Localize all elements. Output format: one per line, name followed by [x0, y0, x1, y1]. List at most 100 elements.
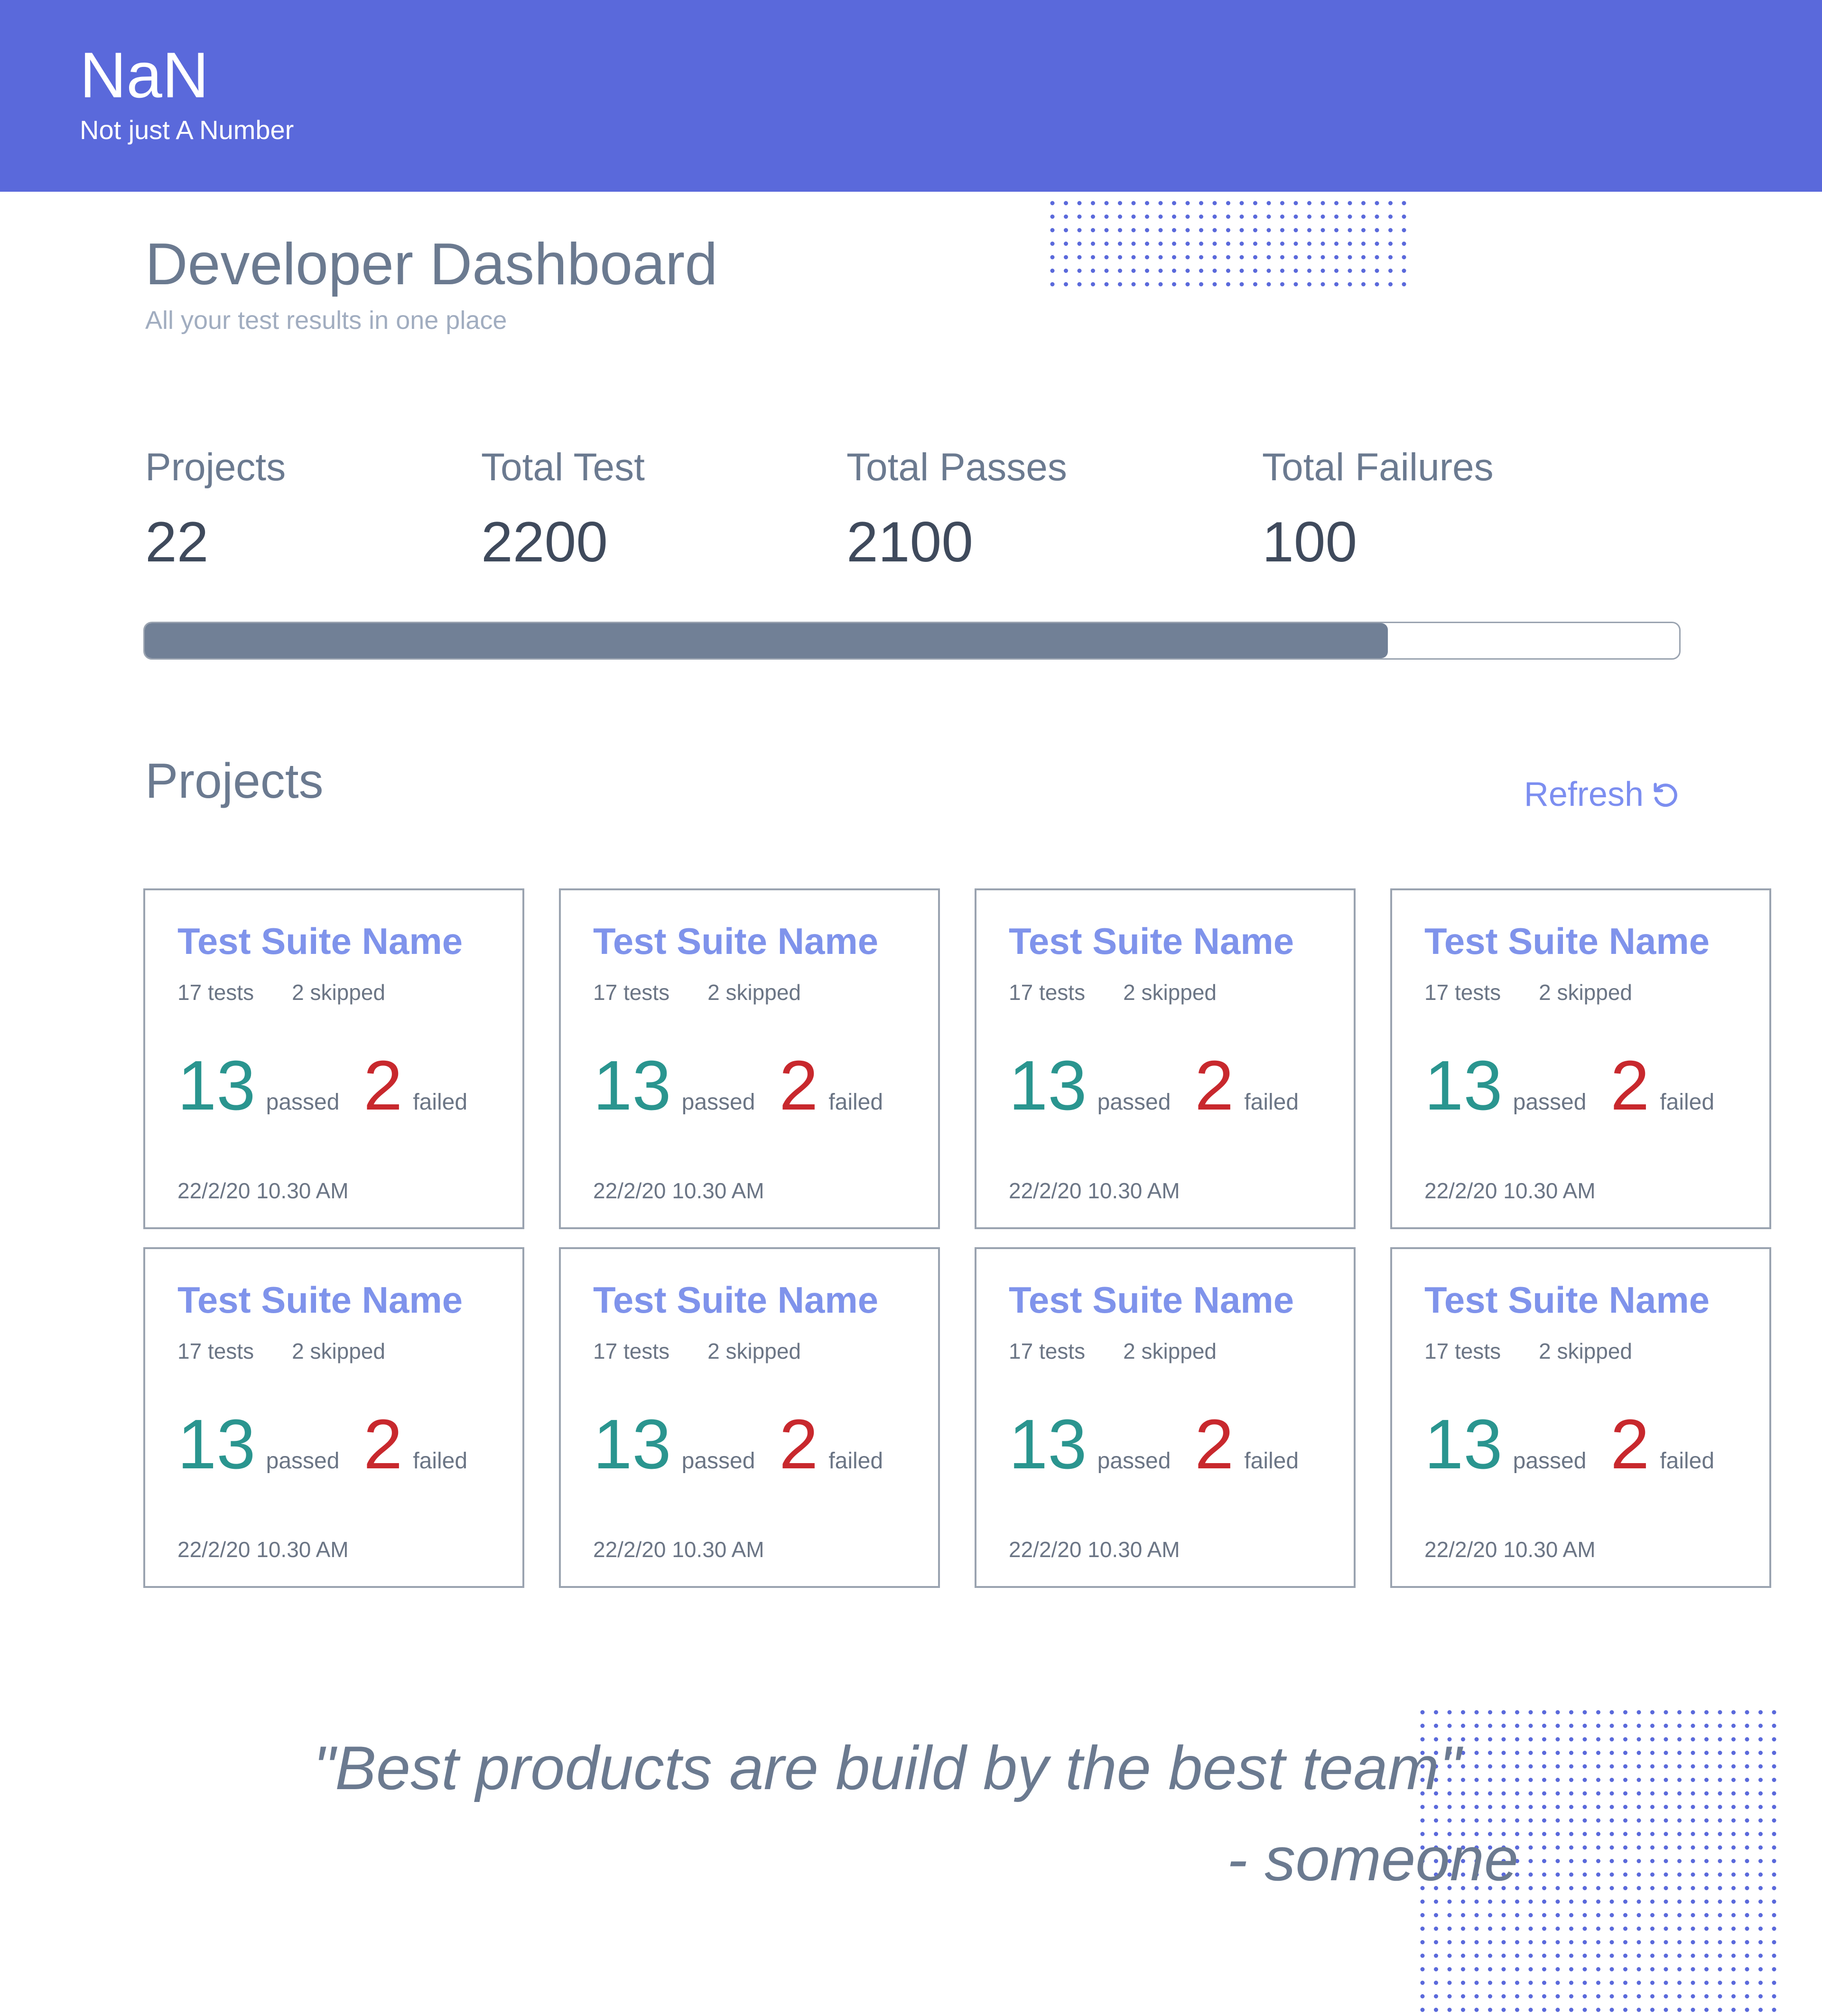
- page-title: Developer Dashboard: [145, 232, 718, 297]
- passed-count: 13: [1009, 1046, 1087, 1125]
- run-timestamp: 22/2/20 10.30 AM: [1424, 1178, 1596, 1203]
- tests-count: 17 tests: [1424, 980, 1501, 1005]
- project-card[interactable]: Test Suite Name 17 tests 2 skipped 13 pas…: [975, 1247, 1356, 1588]
- passed-stat: 13 passed: [1009, 1051, 1171, 1121]
- quote-author: - someone: [1227, 1824, 1519, 1894]
- project-card[interactable]: Test Suite Name 17 tests 2 skipped 13 pas…: [143, 888, 524, 1229]
- tests-count: 17 tests: [1424, 1339, 1501, 1363]
- stat-label: Total Test: [481, 446, 645, 489]
- passed-label: passed: [1513, 1090, 1587, 1115]
- failed-stat: 2 failed: [779, 1409, 883, 1480]
- project-card[interactable]: Test Suite Name 17 tests 2 skipped 13 pas…: [559, 888, 940, 1229]
- project-card[interactable]: Test Suite Name 17 tests 2 skipped 13 pas…: [1390, 888, 1771, 1229]
- skipped-count: 2 skipped: [292, 980, 386, 1005]
- stat-label: Total Failures: [1262, 446, 1494, 489]
- failed-count: 2: [779, 1405, 818, 1484]
- failed-stat: 2 failed: [1195, 1409, 1299, 1480]
- suite-name-link[interactable]: Test Suite Name: [1424, 923, 1710, 960]
- passed-label: passed: [1513, 1448, 1587, 1474]
- skipped-count: 2 skipped: [707, 980, 801, 1005]
- page-subtitle: All your test results in one place: [145, 306, 507, 335]
- failed-count: 2: [779, 1046, 818, 1125]
- stat-total-passes: Total Passes 2100: [846, 448, 1067, 574]
- passed-label: passed: [1097, 1090, 1171, 1115]
- refresh-button[interactable]: Refresh: [1524, 775, 1681, 813]
- tests-count: 17 tests: [1009, 1339, 1086, 1363]
- passed-count: 13: [177, 1046, 256, 1125]
- dot-pattern-decoration: [1049, 199, 1419, 332]
- pass-rate-progress-bar: [143, 622, 1681, 660]
- run-timestamp: 22/2/20 10.30 AM: [593, 1178, 764, 1203]
- stat-value: 2200: [481, 510, 608, 574]
- failed-stat: 2 failed: [1610, 1409, 1714, 1480]
- passed-stat: 13 passed: [1009, 1409, 1171, 1480]
- suite-name-link[interactable]: Test Suite Name: [1009, 1281, 1294, 1318]
- tests-count: 17 tests: [593, 980, 670, 1005]
- run-timestamp: 22/2/20 10.30 AM: [593, 1537, 764, 1562]
- passed-label: passed: [681, 1090, 755, 1115]
- suite-name-link[interactable]: Test Suite Name: [1009, 923, 1294, 960]
- failed-stat: 2 failed: [363, 1409, 467, 1480]
- tests-count: 17 tests: [177, 980, 254, 1005]
- project-card-grid: Test Suite Name 17 tests 2 skipped 13 pas…: [143, 888, 1771, 1588]
- failed-label: failed: [828, 1448, 883, 1474]
- stat-label: Projects: [145, 446, 286, 489]
- passed-count: 13: [1424, 1405, 1503, 1484]
- passed-count: 13: [593, 1046, 671, 1125]
- project-card[interactable]: Test Suite Name 17 tests 2 skipped 13 pas…: [559, 1247, 940, 1588]
- run-timestamp: 22/2/20 10.30 AM: [1009, 1178, 1180, 1203]
- passed-label: passed: [681, 1448, 755, 1474]
- failed-label: failed: [1244, 1448, 1299, 1474]
- passed-stat: 13 passed: [1424, 1051, 1586, 1121]
- suite-meta: 17 tests 2 skipped: [1009, 981, 1217, 1003]
- refresh-icon: [1650, 779, 1681, 810]
- failed-label: failed: [828, 1090, 883, 1115]
- failed-label: failed: [1660, 1090, 1715, 1115]
- project-card[interactable]: Test Suite Name 17 tests 2 skipped 13 pas…: [143, 1247, 524, 1588]
- suite-name-link[interactable]: Test Suite Name: [177, 923, 463, 960]
- failed-stat: 2 failed: [1195, 1051, 1299, 1121]
- failed-count: 2: [1610, 1405, 1650, 1484]
- suite-name-link[interactable]: Test Suite Name: [177, 1281, 463, 1318]
- suite-meta: 17 tests 2 skipped: [1424, 981, 1632, 1003]
- failed-label: failed: [413, 1090, 468, 1115]
- skipped-count: 2 skipped: [1123, 980, 1217, 1005]
- passed-stat: 13 passed: [1424, 1409, 1586, 1480]
- skipped-count: 2 skipped: [1123, 1339, 1217, 1363]
- tests-count: 17 tests: [1009, 980, 1086, 1005]
- project-card[interactable]: Test Suite Name 17 tests 2 skipped 13 pas…: [975, 888, 1356, 1229]
- passed-label: passed: [266, 1448, 340, 1474]
- dot-pattern-top: [1050, 201, 1406, 287]
- passed-count: 13: [1424, 1046, 1503, 1125]
- suite-meta: 17 tests 2 skipped: [177, 1340, 385, 1362]
- brand-title: NaN: [80, 39, 209, 111]
- suite-name-link[interactable]: Test Suite Name: [593, 1281, 878, 1318]
- suite-name-link[interactable]: Test Suite Name: [1424, 1281, 1710, 1318]
- failed-count: 2: [363, 1046, 403, 1125]
- projects-section-title: Projects: [145, 754, 324, 809]
- refresh-label: Refresh: [1524, 775, 1644, 813]
- stat-total-failures: Total Failures 100: [1262, 446, 1494, 574]
- run-timestamp: 22/2/20 10.30 AM: [1424, 1537, 1596, 1562]
- passed-label: passed: [266, 1090, 340, 1115]
- passed-count: 13: [1009, 1405, 1087, 1484]
- passed-label: passed: [1097, 1448, 1171, 1474]
- skipped-count: 2 skipped: [707, 1339, 801, 1363]
- skipped-count: 2 skipped: [1539, 980, 1633, 1005]
- brand-subtitle: Not just A Number: [80, 115, 294, 145]
- passed-stat: 13 passed: [177, 1051, 339, 1121]
- failed-count: 2: [363, 1405, 403, 1484]
- stat-value: 2100: [846, 510, 973, 574]
- run-timestamp: 22/2/20 10.30 AM: [1009, 1537, 1180, 1562]
- stat-projects: Projects 22: [145, 446, 286, 571]
- quote-text: "Best products are build by the best tea…: [313, 1733, 1461, 1802]
- suite-meta: 17 tests 2 skipped: [1424, 1340, 1632, 1362]
- passed-stat: 13 passed: [593, 1409, 755, 1480]
- failed-label: failed: [1660, 1448, 1715, 1474]
- failed-stat: 2 failed: [1610, 1051, 1714, 1121]
- project-card[interactable]: Test Suite Name 17 tests 2 skipped 13 pas…: [1390, 1247, 1771, 1588]
- failed-count: 2: [1195, 1405, 1234, 1484]
- tests-count: 17 tests: [593, 1339, 670, 1363]
- stat-value: 100: [1262, 510, 1357, 574]
- suite-name-link[interactable]: Test Suite Name: [593, 923, 878, 960]
